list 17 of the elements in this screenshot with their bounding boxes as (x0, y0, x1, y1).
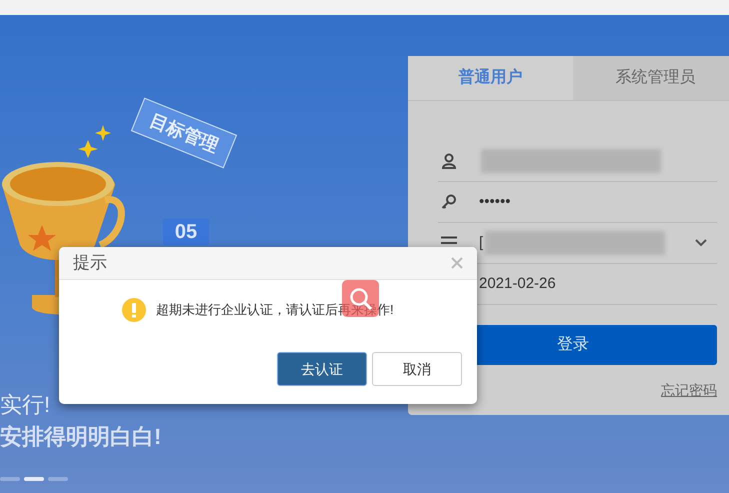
dialog-title: 提示 (73, 252, 107, 274)
input-field[interactable]: [ (479, 228, 673, 258)
slogan-text: 实行! (0, 391, 52, 419)
close-icon[interactable] (451, 257, 463, 269)
warning-icon (122, 298, 146, 322)
calendar-label: 05 (163, 219, 209, 245)
slogan-text: 安排得明明白白! (0, 423, 162, 451)
key-icon (441, 194, 457, 210)
tag-label: 目标管理 (130, 98, 238, 168)
user-icon (442, 153, 456, 169)
input-field[interactable]: •••••• (479, 187, 717, 217)
chevron-down-icon (695, 239, 707, 247)
confirm-button[interactable]: 去认证 (277, 352, 367, 386)
input-field[interactable]: 2021-02-26 (479, 269, 717, 299)
cancel-button[interactable]: 取消 (372, 352, 462, 386)
login-tab[interactable]: 系统管理员 (573, 56, 729, 101)
forgot-password-link[interactable]: 忘记密码 (661, 380, 717, 401)
